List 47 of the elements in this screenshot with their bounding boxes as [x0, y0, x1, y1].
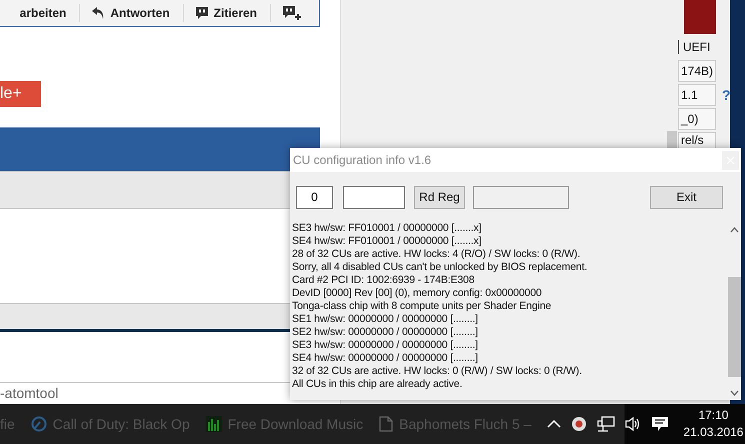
field-label: UEFI — [678, 40, 710, 54]
log-line: DevID [0000] Rev [00] (0), memory config: 0x00000000 — [292, 287, 543, 300]
clock-time: 17:10 — [698, 407, 728, 424]
log-line: SE3 hw/sw: FF010001 / 00000000 [.......x] — [292, 222, 482, 235]
result-field[interactable] — [473, 186, 569, 208]
log-line: SE2 hw/sw: 00000000 / 00000000 [........] — [292, 326, 479, 339]
log-line: Tonga-class chip with 8 compute units per Shader Engine — [292, 300, 552, 313]
value-field: 174B) — [678, 60, 716, 82]
quote-plus-icon — [282, 5, 302, 21]
log-line: SE3 hw/sw: 00000000 / 00000000 [........] — [292, 339, 479, 352]
log-line: Card #2 PCI ID: 1002:6939 - 174B:E308 — [292, 274, 476, 287]
address-text: -atomtool — [0, 385, 58, 401]
toolbar-button[interactable]: Zitieren — [182, 4, 268, 22]
log-line: 32 of 32 CUs are active. HW locks: 0 (R/W) / SW locks: 0 (R/W). — [292, 365, 583, 378]
window-title: CU configuration info v1.6 — [292, 153, 432, 167]
circle-logo-icon — [30, 416, 47, 432]
network-icon[interactable] — [597, 416, 616, 432]
scroll-up-icon[interactable] — [730, 227, 738, 233]
scroll-thumb[interactable] — [667, 131, 677, 149]
index-field[interactable]: 0 — [296, 186, 333, 208]
logo-icon — [684, 0, 716, 34]
log-line: All CUs in this chip are already active. — [292, 378, 464, 391]
log-line: Sorry, all 4 disabled CUs can't be unlocked by BIOS replacement. — [292, 261, 588, 274]
quote-bubble-icon — [194, 6, 209, 20]
notification-icon[interactable] — [651, 416, 670, 432]
log-line: SE1 hw/sw: 00000000 / 00000000 [........] — [292, 313, 479, 326]
scroll-down-icon[interactable] — [730, 390, 738, 396]
chevron-up-icon[interactable] — [547, 419, 562, 429]
read-register-button[interactable]: Rd Reg — [414, 186, 465, 208]
log-line: SE4 hw/sw: 00000000 / 00000000 [........] — [292, 352, 479, 365]
toolbar-button[interactable]: Antworten — [79, 4, 181, 22]
document-icon — [379, 416, 394, 432]
reply-arrow-icon — [91, 6, 106, 20]
scroll-thumb[interactable] — [728, 277, 740, 377]
log-line: SE4 hw/sw: FF010001 / 00000000 [.......x] — [292, 235, 482, 248]
value-field: _0) — [678, 108, 716, 130]
register-field[interactable] — [343, 186, 405, 208]
log-line: 28 of 32 CUs are active. HW locks: 4 (R/O) / SW locks: 0 (R/W). — [292, 248, 582, 261]
share-button[interactable]: le+ — [0, 81, 41, 107]
clock-date: 21.03.2016 — [683, 424, 744, 441]
help-link[interactable]: ? — [722, 87, 731, 103]
equalizer-icon — [206, 416, 222, 432]
app-tray-icon[interactable] — [571, 416, 588, 432]
exit-button[interactable]: Exit — [650, 186, 723, 208]
volume-icon[interactable] — [625, 416, 642, 432]
toolbar-button[interactable]: arbeiten — [20, 4, 78, 22]
value-field: 1.1 — [678, 84, 716, 106]
